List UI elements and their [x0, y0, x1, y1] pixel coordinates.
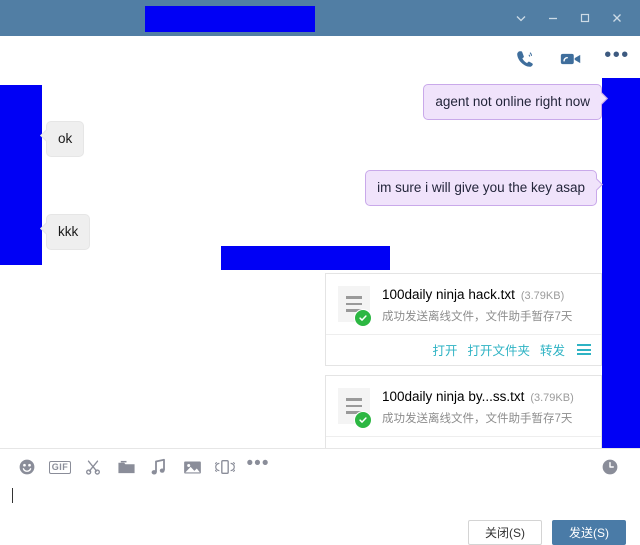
text-caret	[12, 488, 13, 503]
image-icon[interactable]	[177, 452, 207, 482]
video-call-icon[interactable]	[558, 46, 584, 72]
file-card-actions	[326, 436, 601, 448]
message-input-area[interactable]: 关闭(S) 发送(S)	[0, 485, 640, 545]
message-bubble-incoming: ok	[46, 121, 85, 157]
chat-history-clock-icon[interactable]	[595, 452, 625, 482]
file-transfer-card[interactable]: 100daily ninja by...ss.txt (3.79KB) 成功发送…	[325, 375, 602, 448]
message-bubble-outgoing: agent not online right now	[423, 84, 602, 120]
middle-redaction-block	[221, 246, 390, 270]
chat-header-actions: •••	[512, 42, 630, 76]
file-name-row: 100daily ninja hack.txt (3.79KB)	[382, 287, 572, 302]
folder-icon[interactable]	[111, 452, 141, 482]
message-composer: GIF ••• 关闭(S) 发送(S)	[0, 448, 640, 545]
close-chat-button[interactable]: 关闭(S)	[468, 520, 542, 545]
gif-icon[interactable]: GIF	[45, 452, 75, 482]
file-card-text: 100daily ninja by...ss.txt (3.79KB) 成功发送…	[382, 388, 574, 426]
composer-buttons: 关闭(S) 发送(S)	[468, 520, 626, 545]
file-name: 100daily ninja by...ss.txt	[382, 389, 525, 404]
send-message-button[interactable]: 发送(S)	[552, 520, 626, 545]
title-redaction-block	[145, 6, 315, 32]
more-options-icon[interactable]: •••	[604, 42, 630, 76]
collapse-button[interactable]	[506, 3, 536, 33]
close-button[interactable]	[602, 3, 632, 33]
message-bubble-outgoing: im sure i will give you the key asap	[365, 170, 597, 206]
message-bubble-incoming: kkk	[46, 214, 91, 250]
success-check-icon	[354, 411, 372, 429]
file-menu-icon[interactable]	[575, 344, 591, 355]
file-size: (3.79KB)	[530, 392, 574, 404]
more-tools-icon[interactable]: •••	[243, 449, 273, 486]
window-titlebar	[0, 0, 640, 36]
file-size: (3.79KB)	[520, 290, 565, 302]
left-redaction-block	[0, 85, 42, 265]
emoji-icon[interactable]	[12, 452, 42, 482]
minimize-button[interactable]	[538, 3, 568, 33]
audio-call-icon[interactable]	[512, 46, 538, 72]
message-list: agent not online right now ok im sure i …	[0, 78, 640, 448]
right-redaction-block	[602, 78, 640, 448]
open-file-link[interactable]: 打开	[432, 340, 457, 359]
forward-file-link[interactable]: 转发	[540, 340, 565, 359]
file-name-row: 100daily ninja by...ss.txt (3.79KB)	[382, 389, 574, 404]
screenshot-scissors-icon[interactable]	[78, 452, 108, 482]
file-name: 100daily ninja hack.txt	[382, 287, 515, 302]
file-status-text: 成功发送离线文件，文件助手暂存7天	[382, 311, 573, 323]
file-card-main: 100daily ninja hack.txt (3.79KB) 成功发送离线文…	[326, 274, 601, 334]
window-controls	[506, 0, 632, 36]
composer-toolbar: GIF •••	[0, 449, 640, 485]
file-status-text: 成功发送离线文件，文件助手暂存7天	[382, 413, 573, 425]
chat-header: •••	[0, 36, 640, 78]
maximize-button[interactable]	[570, 3, 600, 33]
file-icon-wrapper	[338, 286, 372, 327]
success-check-icon	[354, 309, 372, 327]
file-transfer-card[interactable]: 100daily ninja hack.txt (3.79KB) 成功发送离线文…	[325, 273, 602, 366]
file-card-text: 100daily ninja hack.txt (3.79KB) 成功发送离线文…	[382, 286, 572, 324]
open-folder-link[interactable]: 打开文件夹	[467, 340, 530, 359]
shake-window-icon[interactable]	[210, 452, 240, 482]
audio-message-icon[interactable]	[144, 452, 174, 482]
file-icon-wrapper	[338, 388, 372, 429]
file-card-actions: 打开 打开文件夹 转发	[326, 334, 601, 365]
file-card-main: 100daily ninja by...ss.txt (3.79KB) 成功发送…	[326, 376, 601, 436]
gif-label: GIF	[48, 460, 72, 474]
